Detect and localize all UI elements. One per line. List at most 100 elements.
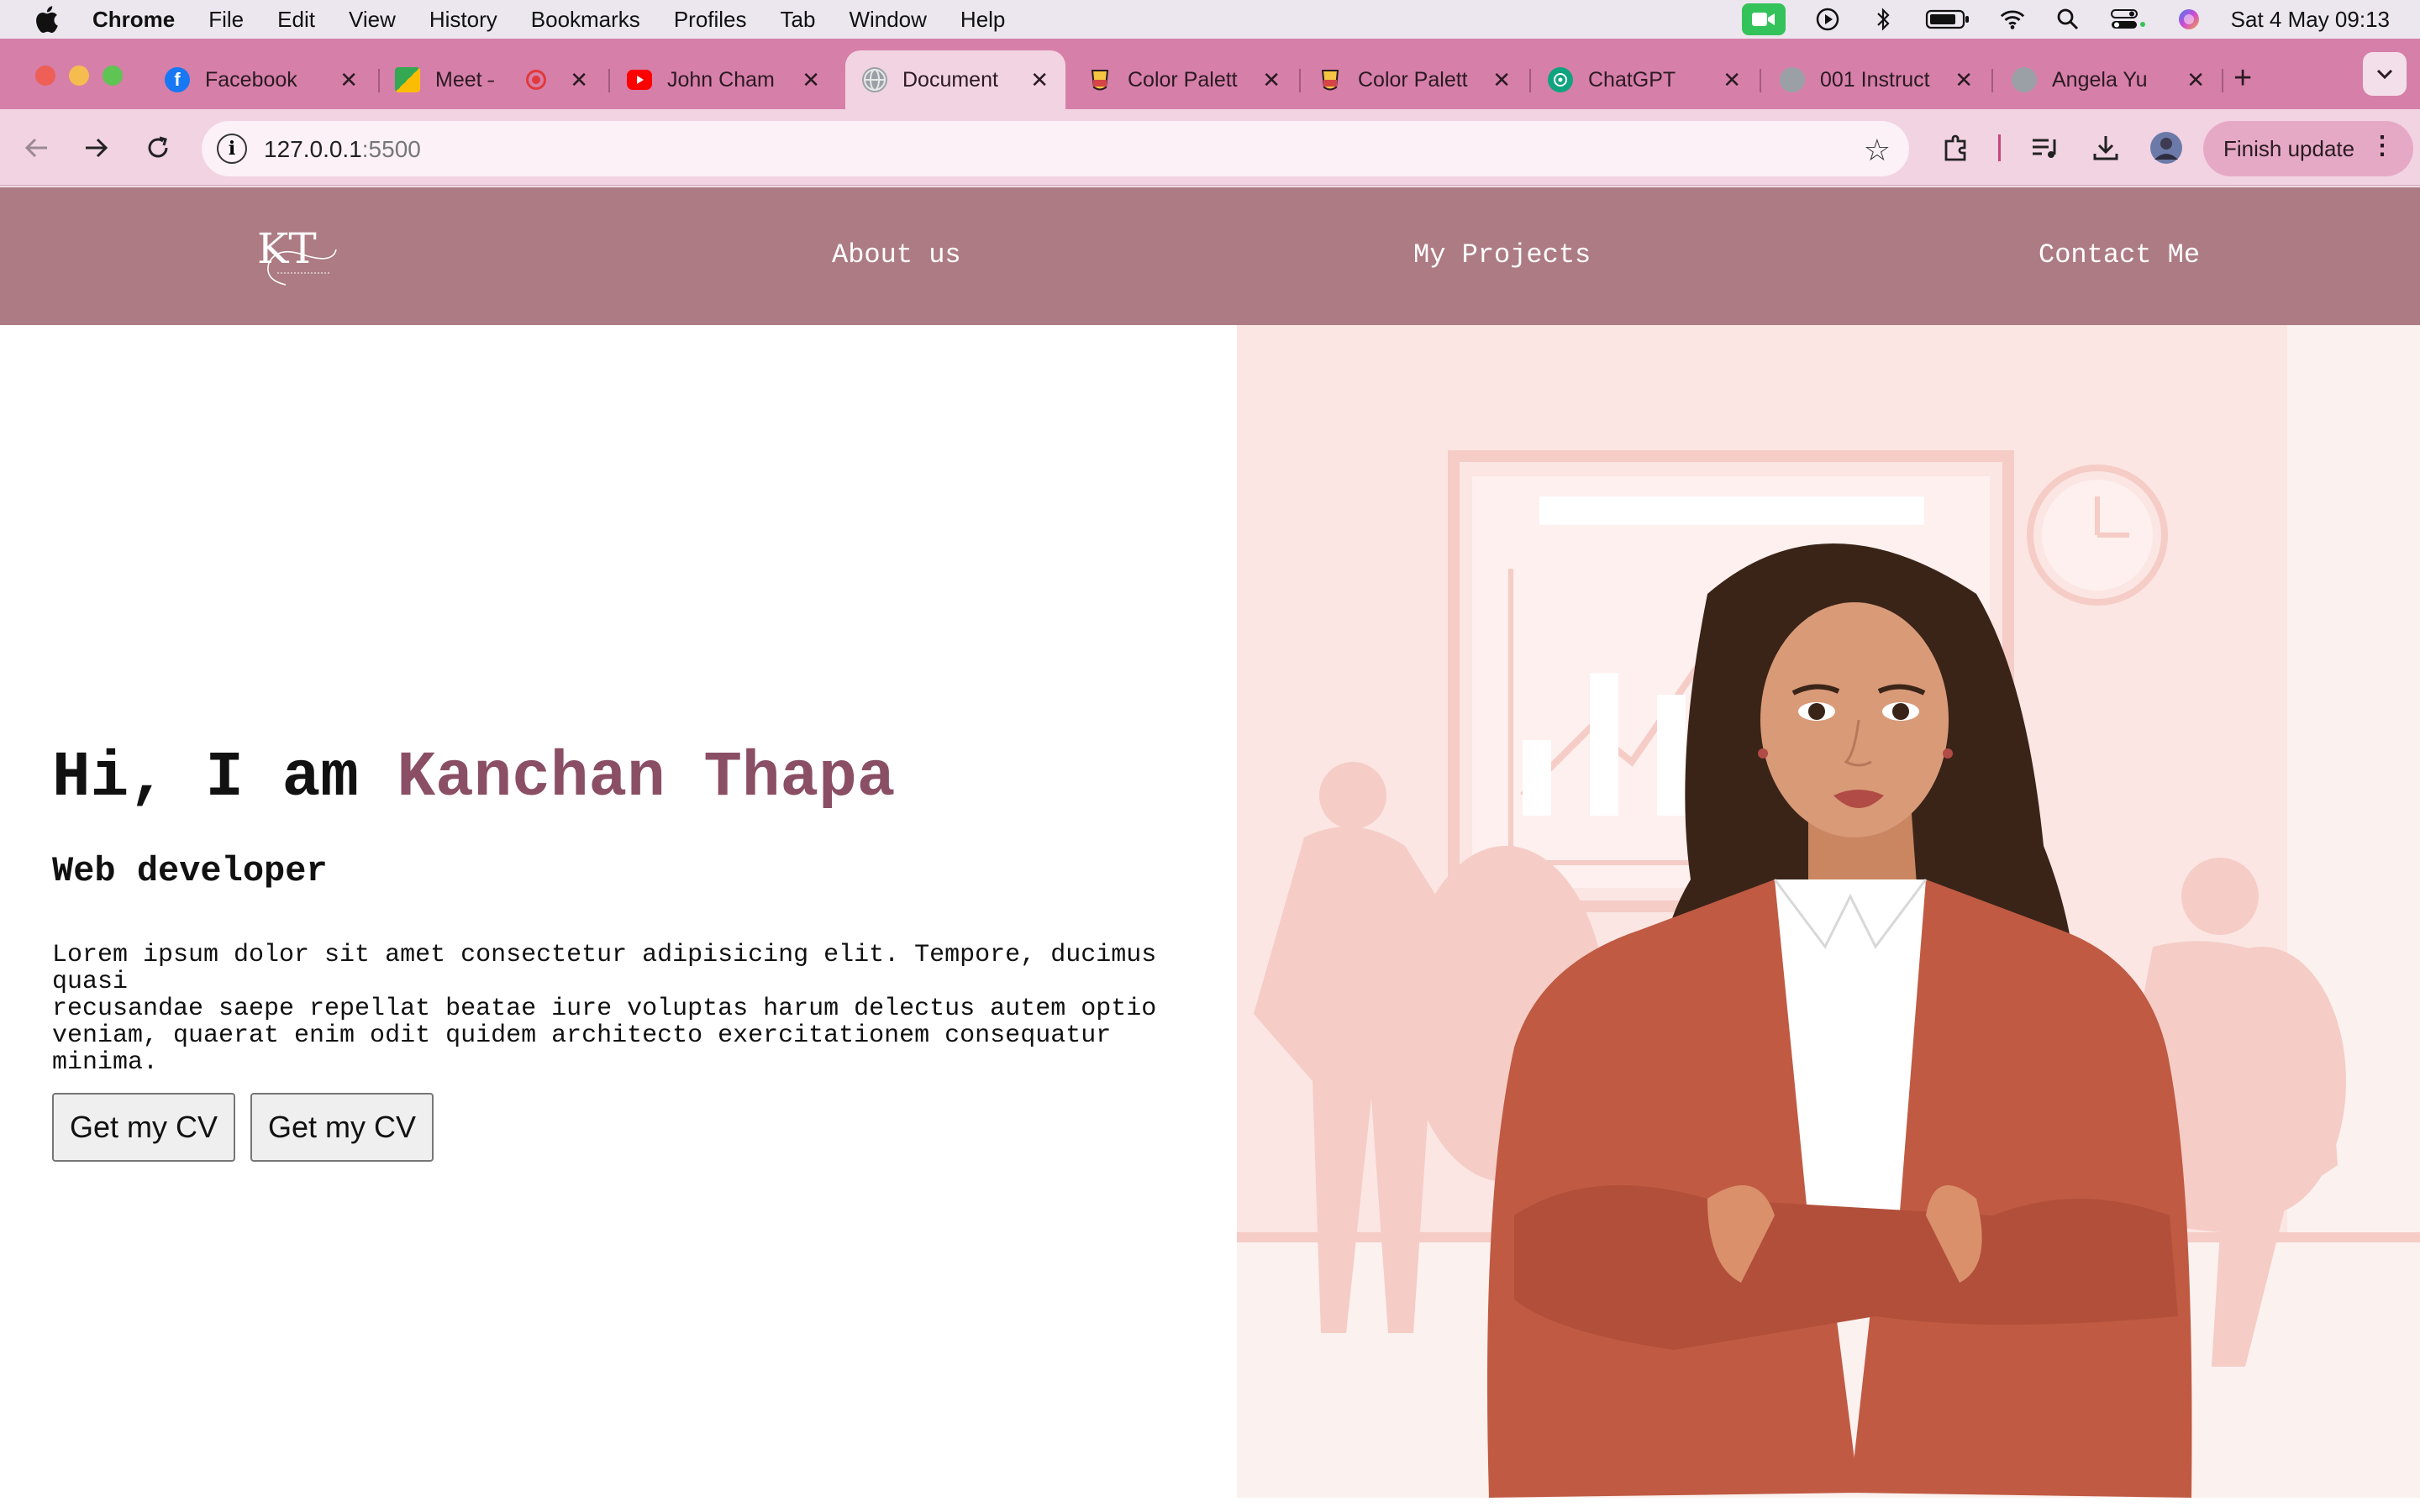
wifi-icon[interactable] bbox=[1999, 6, 2026, 33]
browser-tab-strip: f Facebook ✕ Meet – c ✕ John Cham ✕ Docu… bbox=[0, 39, 2420, 109]
nav-projects-link[interactable]: My Projects bbox=[1413, 239, 1591, 270]
reload-icon[interactable] bbox=[139, 129, 176, 166]
hero-illustration bbox=[1237, 325, 2420, 1498]
meet-icon bbox=[395, 67, 420, 92]
spotlight-search-icon[interactable] bbox=[2054, 6, 2081, 33]
window-minimize-button[interactable] bbox=[69, 66, 89, 86]
window-zoom-button[interactable] bbox=[103, 66, 123, 86]
tab-close-icon[interactable]: ✕ bbox=[339, 67, 358, 93]
get-cv-button[interactable]: Get my CV bbox=[52, 1093, 235, 1162]
profile-avatar[interactable] bbox=[2149, 131, 2183, 165]
menu-view[interactable]: View bbox=[349, 7, 396, 33]
macos-menu-bar: Chrome File Edit View History Bookmarks … bbox=[0, 0, 2420, 39]
hero-text-line: Lorem ipsum dolor sit amet consectetur a… bbox=[52, 941, 1157, 996]
play-circle-icon[interactable] bbox=[1814, 6, 1841, 33]
hero-section: Hi, I am Kanchan Thapa Web developer Lor… bbox=[52, 742, 1228, 1162]
new-tab-plus-icon[interactable]: + bbox=[2233, 60, 2252, 97]
tab-search-chevron-icon[interactable] bbox=[2363, 52, 2407, 96]
tab-close-icon[interactable]: ✕ bbox=[1723, 67, 1741, 93]
menu-window[interactable]: Window bbox=[849, 7, 926, 33]
tab-color-palette-1[interactable]: Color Palett ✕ bbox=[1087, 50, 1297, 109]
menu-profiles[interactable]: Profiles bbox=[674, 7, 747, 33]
tab-close-icon[interactable]: ✕ bbox=[1030, 67, 1049, 93]
nav-contact-link[interactable]: Contact Me bbox=[2039, 239, 2200, 270]
chatgpt-icon bbox=[1548, 67, 1573, 92]
tab-separator bbox=[1760, 69, 1761, 92]
menu-file[interactable]: File bbox=[208, 7, 244, 33]
hero-greeting: Hi, I am bbox=[52, 742, 397, 814]
back-arrow-icon[interactable] bbox=[18, 129, 55, 166]
tab-title: Facebook bbox=[205, 67, 297, 92]
tab-title: Color Palett bbox=[1128, 67, 1238, 92]
tab-color-palette-2[interactable]: Color Palett ✕ bbox=[1318, 50, 1528, 109]
nav-about-link[interactable]: About us bbox=[832, 239, 961, 270]
tab-title: Meet – c bbox=[435, 67, 494, 92]
siri-icon[interactable] bbox=[2175, 6, 2202, 33]
media-playlist-icon[interactable] bbox=[2028, 131, 2062, 165]
menubar-clock[interactable]: Sat 4 May 09:13 bbox=[2231, 7, 2390, 33]
tab-meet[interactable]: Meet – c ✕ bbox=[395, 50, 605, 109]
tab-title: ChatGPT bbox=[1588, 67, 1676, 92]
tab-instructions[interactable]: 001 Instruct ✕ bbox=[1780, 50, 1990, 109]
menu-help[interactable]: Help bbox=[960, 7, 1005, 33]
finish-update-button[interactable]: Finish update ⋮ bbox=[2203, 121, 2413, 176]
bluetooth-icon[interactable] bbox=[1870, 6, 1897, 33]
address-bar[interactable]: i 127.0.0.1:5500 ☆ bbox=[202, 121, 1909, 176]
tab-separator bbox=[1991, 69, 1993, 92]
palette-icon bbox=[1087, 67, 1113, 92]
tab-title: Color Palett bbox=[1358, 67, 1468, 92]
window-close-button[interactable] bbox=[35, 66, 55, 86]
globe-icon bbox=[862, 67, 887, 92]
control-center-icon[interactable] bbox=[2110, 6, 2147, 33]
palette-icon bbox=[1318, 67, 1343, 92]
menu-edit[interactable]: Edit bbox=[277, 7, 315, 33]
recording-icon bbox=[526, 70, 546, 90]
tab-separator bbox=[1299, 69, 1301, 92]
site-navbar: KT About us My Projects Contact Me bbox=[0, 187, 2420, 325]
svg-text:KT: KT bbox=[257, 224, 317, 273]
tab-close-icon[interactable]: ✕ bbox=[2186, 67, 2205, 93]
extensions-puzzle-icon[interactable] bbox=[1939, 131, 1973, 165]
site-info-icon[interactable]: i bbox=[217, 134, 247, 164]
browser-toolbar: i 127.0.0.1:5500 ☆ Finish update ⋮ bbox=[0, 109, 2420, 186]
menu-history[interactable]: History bbox=[429, 7, 497, 33]
more-options-icon[interactable]: ⋮ bbox=[2370, 131, 2395, 160]
menu-bookmarks[interactable]: Bookmarks bbox=[531, 7, 640, 33]
tab-separator bbox=[2222, 69, 2223, 92]
site-logo[interactable]: KT bbox=[252, 221, 353, 293]
tab-angela-yu[interactable]: Angela Yu ✕ bbox=[2012, 50, 2222, 109]
cv-buttons: Get my CV Get my CV bbox=[52, 1093, 1228, 1162]
tab-facebook[interactable]: f Facebook ✕ bbox=[165, 50, 375, 109]
tab-title: Document bbox=[902, 67, 998, 92]
get-cv-button-secondary[interactable]: Get my CV bbox=[250, 1093, 434, 1162]
tab-separator bbox=[1529, 69, 1531, 92]
download-icon[interactable] bbox=[2089, 131, 2123, 165]
tab-chatgpt[interactable]: ChatGPT ✕ bbox=[1548, 50, 1758, 109]
facebook-icon: f bbox=[165, 67, 190, 92]
menu-app-name[interactable]: Chrome bbox=[92, 7, 175, 33]
tab-close-icon[interactable]: ✕ bbox=[1492, 67, 1511, 93]
apple-logo-icon[interactable] bbox=[34, 5, 59, 34]
tab-close-icon[interactable]: ✕ bbox=[1262, 67, 1281, 93]
hero-description: Lorem ipsum dolor sit amet consectetur a… bbox=[52, 942, 1220, 1076]
bookmark-star-icon[interactable]: ☆ bbox=[1864, 133, 1891, 168]
youtube-icon bbox=[627, 70, 652, 90]
hero-text-line: veniam, quaerat enim odit quidem archite… bbox=[52, 1021, 1112, 1077]
globe-icon bbox=[2012, 67, 2037, 92]
battery-icon[interactable] bbox=[1925, 6, 1970, 33]
hero-text-line: recusandae saepe repellat beatae iure vo… bbox=[52, 995, 1157, 1023]
tab-youtube[interactable]: John Cham ✕ bbox=[627, 50, 837, 109]
tab-close-icon[interactable]: ✕ bbox=[570, 67, 588, 93]
tab-title: 001 Instruct bbox=[1820, 67, 1930, 92]
tab-close-icon[interactable]: ✕ bbox=[802, 67, 820, 93]
forward-arrow-icon[interactable] bbox=[77, 129, 114, 166]
tab-separator bbox=[378, 69, 380, 92]
tab-document[interactable]: Document ✕ bbox=[845, 50, 1065, 109]
facetime-video-icon[interactable] bbox=[1741, 3, 1786, 35]
tab-close-icon[interactable]: ✕ bbox=[1954, 67, 1973, 93]
tab-title: Angela Yu bbox=[2052, 67, 2148, 92]
menu-tab[interactable]: Tab bbox=[781, 7, 816, 33]
tab-title: John Cham bbox=[667, 67, 775, 92]
url-text[interactable]: 127.0.0.1:5500 bbox=[264, 136, 421, 163]
toolbar-divider bbox=[1998, 134, 2001, 161]
